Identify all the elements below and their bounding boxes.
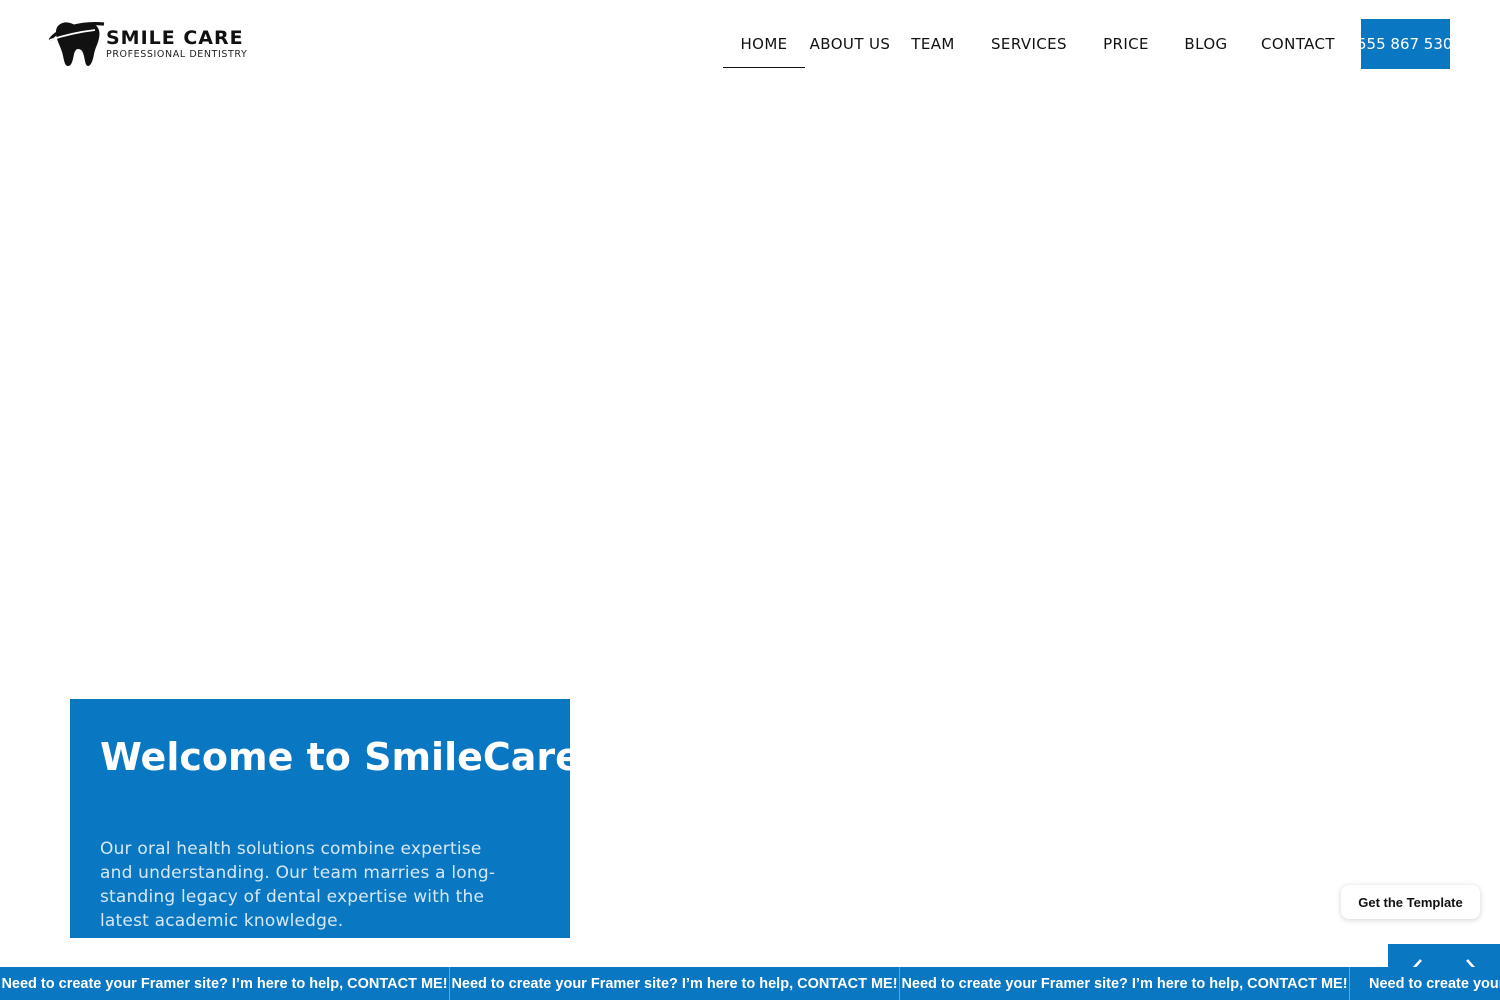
nav-item-contact[interactable]: CONTACT (1254, 20, 1342, 68)
promo-ticker: Need to create your Framer site? I’m her… (0, 967, 1500, 1000)
main-navigation: HOME ABOUT US TEAM SERVICES PRICE BLOG C… (0, 20, 1500, 68)
nav-item-team[interactable]: TEAM (903, 20, 963, 68)
nav-item-services[interactable]: SERVICES (982, 20, 1076, 68)
nav-item-blog[interactable]: BLOG (1176, 20, 1236, 68)
hero-title: Welcome to SmileCare (100, 735, 581, 779)
nav-item-about-us[interactable]: ABOUT US (808, 20, 892, 68)
get-template-button[interactable]: Get the Template (1341, 885, 1480, 919)
ticker-item[interactable]: Need to create your Framer site? I’m her… (900, 967, 1350, 1000)
site-header: SMILE CARE PROFESSIONAL DENTISTRY HOME A… (0, 0, 1500, 90)
hero-description: Our oral health solutions combine expert… (100, 839, 496, 931)
ticker-item[interactable]: Need to create your Framer site? I’m her… (1350, 967, 1500, 1000)
nav-item-home[interactable]: HOME (723, 20, 805, 68)
phone-number: 555 867 5309 (1361, 35, 1450, 53)
ticker-item[interactable]: Need to create your Framer site? I’m her… (450, 967, 900, 1000)
nav-item-price[interactable]: PRICE (1094, 20, 1158, 68)
phone-button[interactable]: 555 867 5309 (1361, 19, 1450, 69)
hero-card: Welcome to SmileCare Our oral health sol… (70, 699, 581, 938)
ticker-item[interactable]: Need to create your Framer site? I’m her… (0, 967, 450, 1000)
